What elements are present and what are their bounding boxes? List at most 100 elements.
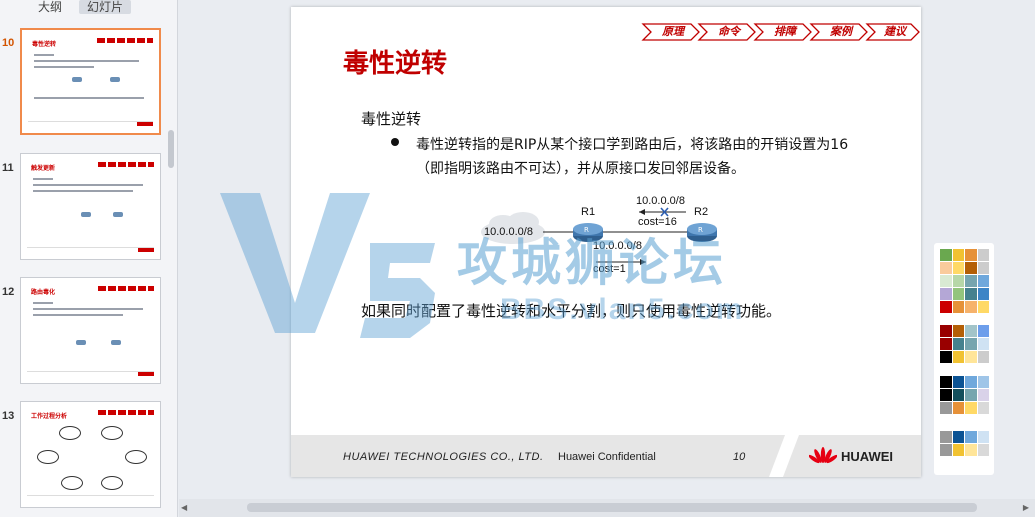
router-r2-icon: R	[687, 223, 717, 242]
color-swatch[interactable]	[965, 262, 977, 274]
thumbnail-scrollbar[interactable]	[165, 14, 175, 514]
color-swatch[interactable]	[965, 431, 977, 443]
color-swatch[interactable]	[965, 402, 977, 414]
color-swatch[interactable]	[965, 325, 977, 337]
color-swatch[interactable]	[952, 301, 964, 313]
color-swatch[interactable]	[952, 376, 964, 388]
color-swatch[interactable]	[952, 325, 964, 337]
color-swatch[interactable]	[965, 389, 977, 401]
thumbnail-state-circle	[101, 476, 123, 490]
thumbnail-router	[113, 212, 123, 217]
color-swatch[interactable]	[952, 431, 964, 443]
bullet-text-continued: （即指明该路由不可达），并从原接口发回邻居设备。	[416, 161, 745, 177]
color-swatch[interactable]	[940, 338, 952, 350]
color-swatch[interactable]	[940, 444, 952, 456]
thumbnail-scrollbar-thumb[interactable]	[168, 130, 174, 168]
scroll-left-arrow-icon[interactable]: ◀	[181, 503, 187, 512]
thumbnail-router	[72, 77, 82, 82]
color-swatch[interactable]	[940, 376, 952, 388]
color-swatch[interactable]	[977, 376, 989, 388]
thumbnail-logo	[138, 248, 154, 252]
swatch-row	[940, 431, 990, 443]
slide-footer: HUAWEI TECHNOLOGIES CO., LTD. Huawei Con…	[291, 435, 921, 477]
color-swatch[interactable]	[952, 389, 964, 401]
color-swatch-panel	[934, 243, 994, 475]
swatch-row	[940, 301, 990, 313]
update-route-label: 10.0.0.0/8	[593, 240, 642, 252]
slide-thumbnail-13[interactable]: 工作过程分析	[20, 401, 161, 508]
color-swatch[interactable]	[977, 402, 989, 414]
thumbnail-router	[110, 77, 120, 82]
thumbnail-text-line	[33, 308, 143, 310]
color-swatch[interactable]	[952, 351, 964, 363]
color-swatch[interactable]	[965, 444, 977, 456]
thumbnail-title: 触发更新	[31, 165, 56, 172]
color-swatch[interactable]	[977, 444, 989, 456]
color-swatch[interactable]	[940, 402, 952, 414]
horizontal-scrollbar[interactable]: ◀ ▶	[179, 499, 1035, 517]
huawei-logo-icon	[809, 447, 837, 464]
svg-text:R: R	[698, 226, 703, 234]
color-swatch[interactable]	[940, 301, 952, 313]
color-swatch[interactable]	[965, 301, 977, 313]
color-swatch[interactable]	[952, 402, 964, 414]
thumbnail-text-line	[34, 60, 139, 62]
horizontal-scrollbar-thumb[interactable]	[247, 503, 977, 512]
router-r2-label: R2	[694, 206, 709, 218]
pane-tab-bar: 大纲 幻灯片	[0, 0, 178, 16]
color-swatch[interactable]	[952, 249, 964, 261]
slide-canvas[interactable]: 毒性逆转 原理 命令 排障 案例 建议 毒性逆转 毒性逆转指的是RIP从某个接口…	[291, 7, 921, 477]
scroll-right-arrow-icon[interactable]: ▶	[1023, 503, 1029, 512]
color-swatch[interactable]	[977, 351, 989, 363]
color-swatch[interactable]	[977, 389, 989, 401]
color-swatch[interactable]	[965, 275, 977, 287]
color-swatch[interactable]	[977, 338, 989, 350]
color-swatch[interactable]	[940, 249, 952, 261]
color-swatch[interactable]	[965, 288, 977, 300]
color-swatch[interactable]	[952, 444, 964, 456]
swatch-row	[940, 402, 990, 414]
color-swatch[interactable]	[940, 288, 952, 300]
bullet-point	[391, 138, 399, 146]
footer-divider-shape	[769, 435, 799, 477]
color-swatch[interactable]	[940, 325, 952, 337]
color-swatch[interactable]	[965, 351, 977, 363]
color-swatch[interactable]	[952, 275, 964, 287]
color-swatch[interactable]	[940, 431, 952, 443]
color-swatch[interactable]	[965, 338, 977, 350]
color-swatch[interactable]	[977, 431, 989, 443]
color-swatch[interactable]	[977, 288, 989, 300]
tab-outline[interactable]: 大纲	[30, 0, 70, 14]
swatch-row	[940, 262, 990, 274]
poison-route-label: 10.0.0.0/8	[636, 195, 685, 207]
thumbnail-nav-band	[98, 286, 154, 291]
color-swatch[interactable]	[952, 338, 964, 350]
thumbnail-state-circle	[61, 476, 83, 490]
color-swatch[interactable]	[977, 275, 989, 287]
color-swatch[interactable]	[977, 325, 989, 337]
chapter-nav-band: 原理 命令 排障 案例 建议	[641, 23, 921, 41]
slide-thumbnail-11[interactable]: 触发更新	[20, 153, 161, 260]
color-swatch[interactable]	[940, 351, 952, 363]
slide-thumbnail-12[interactable]: 路由毒化	[20, 277, 161, 384]
update-cost-label: cost=1	[593, 263, 626, 275]
tab-slides[interactable]: 幻灯片	[79, 0, 131, 14]
color-swatch[interactable]	[940, 389, 952, 401]
slide-thumbnail-10[interactable]: 毒性逆转	[20, 28, 161, 135]
color-swatch[interactable]	[977, 301, 989, 313]
color-swatch[interactable]	[952, 288, 964, 300]
thumbnail-footer	[28, 121, 153, 127]
thumbnail-text-line	[33, 178, 53, 180]
color-swatch[interactable]	[940, 275, 952, 287]
thumbnail-number: 12	[2, 286, 15, 298]
color-swatch[interactable]	[940, 262, 952, 274]
huawei-logo-text: HUAWEI	[841, 449, 893, 464]
slide-subtitle: 毒性逆转	[361, 110, 422, 128]
color-swatch[interactable]	[977, 249, 989, 261]
color-swatch[interactable]	[965, 376, 977, 388]
color-swatch[interactable]	[965, 249, 977, 261]
nav-tab-principle: 原理	[662, 25, 684, 38]
thumbnail-footer	[27, 247, 154, 253]
color-swatch[interactable]	[977, 262, 989, 274]
color-swatch[interactable]	[952, 262, 964, 274]
